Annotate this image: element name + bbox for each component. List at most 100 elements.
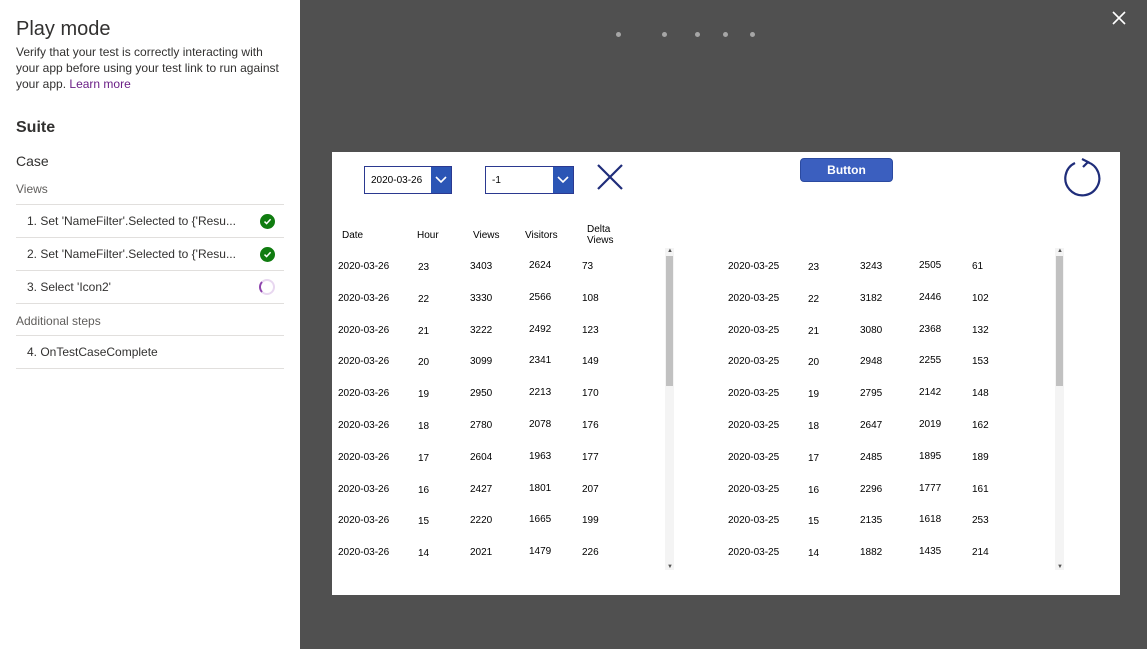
additional-steps-label: Additional steps — [16, 313, 284, 336]
gallery-cell[interactable]: 2020-03-26 — [338, 547, 389, 558]
gallery-cell: 2492 — [529, 323, 552, 335]
test-step[interactable]: 3. Select 'Icon2' — [16, 271, 284, 304]
gallery-cell: 189 — [972, 451, 989, 463]
gallery-cell[interactable]: 2020-03-25 — [728, 452, 779, 463]
gallery-cell: 2220 — [470, 515, 493, 527]
gallery-cell: 19 — [418, 389, 430, 401]
gallery-cell: 3403 — [470, 261, 493, 272]
gallery-cell[interactable]: 2020-03-26 — [338, 261, 389, 272]
scroll-up-icon[interactable]: ▲ — [667, 248, 673, 254]
additional-step-list: 4. OnTestCaseComplete — [16, 336, 284, 369]
gallery-cell[interactable]: 2020-03-26 — [338, 484, 389, 495]
gallery-cell: 18 — [418, 421, 430, 432]
gallery-cell: 1895 — [919, 450, 942, 462]
page-dot[interactable] — [616, 32, 621, 37]
gallery-cell: 226 — [582, 547, 599, 559]
gallery-cell[interactable]: 2020-03-25 — [728, 515, 779, 526]
app-button[interactable]: Button — [800, 158, 893, 182]
gallery-cell: 21 — [418, 325, 430, 337]
gallery-cell: 1801 — [529, 482, 552, 494]
gallery-cell[interactable]: 2020-03-25 — [728, 484, 779, 495]
test-step-label: 4. OnTestCaseComplete — [27, 345, 158, 359]
filter-dropdown[interactable]: -1 — [485, 166, 574, 194]
gallery-cell: 1479 — [529, 546, 552, 558]
check-circle-icon — [260, 246, 275, 262]
gallery-cell: 2950 — [470, 388, 493, 400]
gallery-cell[interactable]: 2020-03-26 — [338, 325, 389, 336]
page-dot[interactable] — [723, 32, 728, 37]
gallery-cell: 20 — [808, 357, 820, 369]
gallery-left-scrollbar[interactable]: ▲ ▼ — [665, 248, 674, 570]
gallery-cell: 15 — [418, 516, 430, 528]
header-date: Date — [342, 230, 364, 241]
gallery-cell: 2019 — [919, 419, 942, 430]
gallery-cell[interactable]: 2020-03-25 — [728, 420, 779, 431]
gallery-cell: 2296 — [860, 483, 883, 495]
date-dropdown[interactable]: 2020-03-26 — [364, 166, 452, 194]
learn-more-link[interactable]: Learn more — [69, 77, 130, 91]
gallery-cell: 108 — [582, 292, 599, 304]
header-visitors: Visitors — [525, 230, 558, 241]
reload-icon[interactable] — [1062, 157, 1102, 197]
gallery-right-scrollbar[interactable]: ▲ ▼ — [1055, 248, 1064, 570]
gallery-cell: 2078 — [529, 419, 552, 430]
page-dot[interactable] — [662, 32, 667, 37]
header-hour: Hour — [417, 230, 439, 241]
gallery-cell: 177 — [582, 451, 599, 463]
gallery-cell: 2505 — [919, 260, 942, 271]
gallery-cell: 162 — [972, 420, 989, 431]
test-step[interactable]: 2. Set 'NameFilter'.Selected to {'Resu..… — [16, 238, 284, 271]
gallery-cell: 1963 — [529, 450, 552, 462]
chevron-down-icon[interactable] — [553, 167, 573, 193]
scroll-down-icon[interactable]: ▼ — [1057, 564, 1063, 570]
play-mode-panel: Play mode Verify that your test is corre… — [0, 0, 300, 649]
gallery-cell: 73 — [582, 261, 594, 272]
scroll-down-icon[interactable]: ▼ — [667, 564, 673, 570]
gallery-cell: 2368 — [919, 323, 942, 335]
app-canvas: 2020-03-26 -1 Button Date Hour Views Vis… — [332, 152, 1120, 595]
filter-dropdown-value: -1 — [492, 175, 501, 186]
gallery-cell: 1665 — [529, 514, 552, 526]
gallery-cell[interactable]: 2020-03-26 — [338, 515, 389, 526]
close-icon[interactable] — [1111, 10, 1127, 26]
gallery-cell: 148 — [972, 388, 989, 400]
gallery-cell[interactable]: 2020-03-26 — [338, 452, 389, 463]
header-delta-views: Delta Views — [587, 224, 614, 246]
gallery-cell[interactable]: 2020-03-25 — [728, 261, 779, 272]
gallery-cell: 2624 — [529, 260, 552, 271]
gallery-cell[interactable]: 2020-03-25 — [728, 325, 779, 336]
gallery-cell: 2427 — [470, 483, 493, 495]
gallery-cell: 214 — [972, 547, 989, 559]
gallery-cell[interactable]: 2020-03-26 — [338, 293, 389, 304]
gallery-cell: 1435 — [919, 546, 942, 558]
chevron-down-icon[interactable] — [431, 167, 451, 193]
gallery-cell: 16 — [418, 484, 430, 496]
gallery-cell: 2021 — [470, 547, 493, 559]
gallery-cell[interactable]: 2020-03-25 — [728, 547, 779, 558]
scroll-thumb[interactable] — [666, 256, 673, 386]
gallery-cell: 153 — [972, 356, 989, 368]
additional-test-step[interactable]: 4. OnTestCaseComplete — [16, 336, 284, 369]
scroll-up-icon[interactable]: ▲ — [1057, 248, 1063, 254]
gallery-cell: 2780 — [470, 420, 493, 431]
page-dot[interactable] — [695, 32, 700, 37]
test-step-label: 3. Select 'Icon2' — [27, 280, 111, 294]
gallery-cell: 207 — [582, 483, 599, 495]
spinner-icon — [259, 279, 275, 295]
page-dot[interactable] — [750, 32, 755, 37]
test-step[interactable]: 1. Set 'NameFilter'.Selected to {'Resu..… — [16, 205, 284, 238]
gallery-cell: 1777 — [919, 482, 942, 494]
gallery-cell[interactable]: 2020-03-25 — [728, 356, 779, 367]
close-icon[interactable] — [596, 163, 624, 191]
gallery-cell[interactable]: 2020-03-25 — [728, 293, 779, 304]
header-views: Views — [473, 230, 500, 241]
gallery-cell: 22 — [418, 293, 430, 305]
gallery-cell[interactable]: 2020-03-26 — [338, 356, 389, 367]
gallery-cell: 17 — [418, 452, 430, 464]
gallery-cell[interactable]: 2020-03-26 — [338, 388, 389, 399]
gallery-cell: 1882 — [860, 547, 883, 559]
gallery-cell[interactable]: 2020-03-26 — [338, 420, 389, 431]
gallery-cell: 3222 — [470, 324, 493, 336]
scroll-thumb[interactable] — [1056, 256, 1063, 386]
gallery-cell[interactable]: 2020-03-25 — [728, 388, 779, 399]
